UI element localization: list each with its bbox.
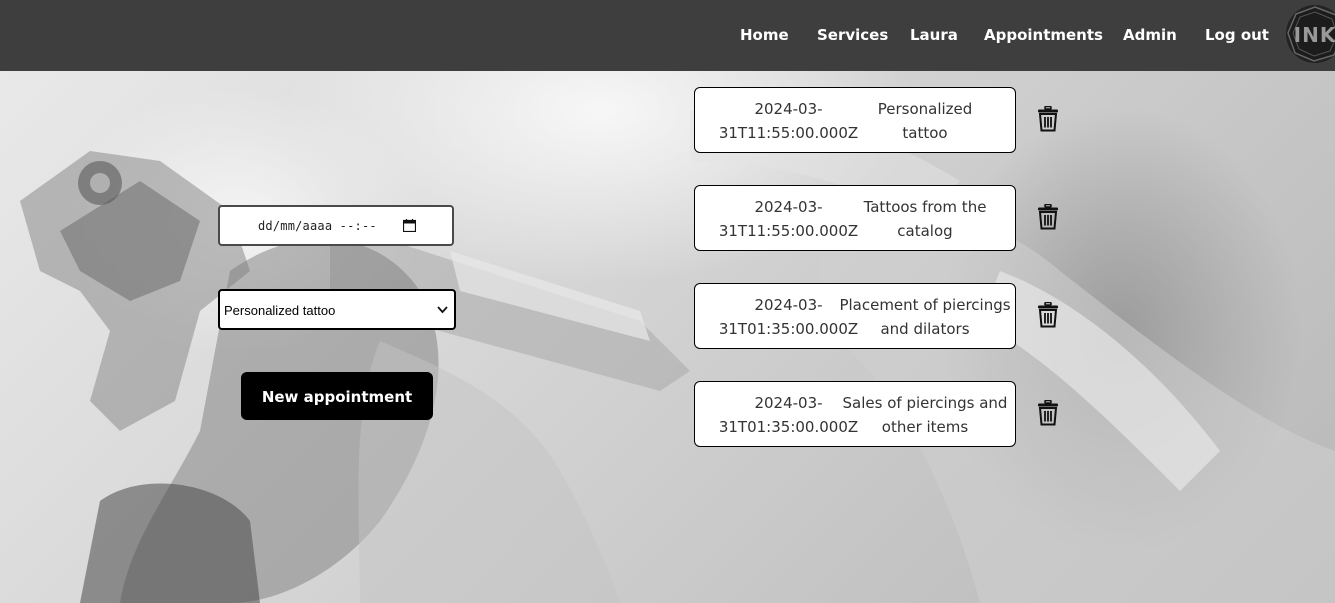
navbar: Home Services Laura Appointments Admin L… [0, 0, 1335, 71]
appointment-datetime-input[interactable]: dd/mm/aaaa --:-- [218, 205, 454, 246]
service-select[interactable]: Personalized tattoo [218, 289, 456, 330]
appointment-card: 2024-03- 31T01:35:00.000Z Placement of p… [694, 283, 1016, 349]
appointment-service-line: Personalized [877, 100, 973, 118]
logo-text: INK [1294, 23, 1335, 47]
appointment-service-line: tattoo [902, 124, 948, 142]
chevron-down-icon [437, 306, 448, 314]
nav-laura[interactable]: Laura [910, 24, 958, 46]
appointment-card: 2024-03- 31T11:55:00.000Z Personalized t… [694, 87, 1016, 153]
nav-logout[interactable]: Log out [1205, 24, 1269, 46]
hero-background [0, 71, 1335, 603]
nav-admin[interactable]: Admin [1123, 24, 1177, 46]
service-select-value: Personalized tattoo [224, 303, 336, 318]
appointment-service: Tattoos from the catalog [838, 195, 1012, 243]
new-appointment-button[interactable]: New appointment [241, 372, 433, 420]
appointment-service-line: Sales of piercings and [842, 394, 1008, 412]
appointment-service-line: Tattoos from the [863, 198, 987, 216]
appointment-card: 2024-03- 31T01:35:00.000Z Sales of pierc… [694, 381, 1016, 447]
appointment-service: Placement of piercings and dilators [838, 293, 1012, 341]
nav-services[interactable]: Services [817, 24, 888, 46]
appointment-service: Personalized tattoo [838, 97, 1012, 145]
nav-appointments[interactable]: Appointments [984, 24, 1103, 46]
appointment-service-line: other items [881, 418, 969, 436]
trash-icon[interactable] [1037, 106, 1059, 132]
trash-icon[interactable] [1037, 204, 1059, 230]
ink-logo[interactable]: INK [1286, 5, 1335, 63]
trash-icon[interactable] [1037, 302, 1059, 328]
appointment-service-line: and dilators [880, 320, 970, 338]
trash-icon[interactable] [1037, 400, 1059, 426]
nav-home[interactable]: Home [740, 24, 789, 46]
tattoo-machine-photo [20, 109, 1335, 603]
calendar-icon[interactable] [403, 219, 416, 232]
datetime-placeholder: dd/mm/aaaa --:-- [258, 219, 377, 233]
appointment-service-line: Placement of piercings [839, 296, 1011, 314]
appointment-service: Sales of piercings and other items [838, 391, 1012, 439]
appointment-service-line: catalog [897, 222, 953, 240]
appointment-card: 2024-03- 31T11:55:00.000Z Tattoos from t… [694, 185, 1016, 251]
